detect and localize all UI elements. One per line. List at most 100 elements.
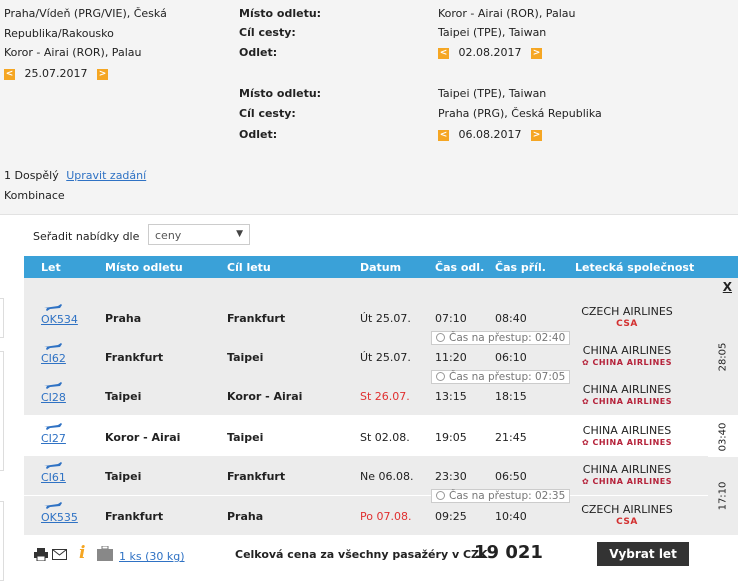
middle-duration: 03:40 (708, 417, 738, 456)
departure-time: 09:25 (435, 510, 467, 523)
origin-date-picker: 25.07.2017 (4, 67, 108, 80)
departure-time: 13:15 (435, 390, 467, 403)
airline-cell: CHINA AIRLINES ✿ CHINA AIRLINES (578, 463, 676, 486)
mail-icon[interactable] (52, 549, 67, 560)
left-gutter (0, 256, 24, 583)
outbound-duration: 28:05 (708, 298, 738, 415)
flight-number-link[interactable]: CI62 (41, 352, 66, 365)
baggage-link[interactable]: 1 ks (30 kg) (119, 550, 185, 563)
airline-name: CZECH AIRLINES (581, 503, 673, 516)
arrival-city: Frankfurt (227, 312, 286, 325)
results-table-header: Let Místo odletu Cíl letu Datum Čas odl.… (24, 256, 738, 278)
leg1-from-value: Koror - Airai (ROR), Palau (438, 7, 576, 20)
arrival-time: 08:40 (495, 312, 527, 325)
airline-name: CHINA AIRLINES (582, 424, 672, 437)
flight-row: OK535 Frankfurt Praha Po 07.08. 09:25 10:40 CZ… (24, 496, 708, 535)
arrival-city: Koror - Airai (227, 390, 303, 403)
flight-date: Út 25.07. (360, 312, 411, 325)
departure-city: Koror - Airai (105, 431, 181, 444)
airline-logo: ✿ CHINA AIRLINES (581, 477, 673, 486)
passenger-info: 1 Dospělý Upravit zadání (4, 169, 146, 182)
leg1-date: 02.08.2017 (458, 46, 522, 59)
arrival-time: 18:15 (495, 390, 527, 403)
airplane-icon (44, 462, 62, 469)
airplane-icon (44, 502, 62, 509)
airline-logo: CSA (616, 319, 638, 329)
prev-date-arrow-icon[interactable] (438, 47, 449, 59)
departure-time: 07:10 (435, 312, 467, 325)
flight-number-link[interactable]: CI28 (41, 391, 66, 404)
close-bar: X (24, 278, 738, 298)
airplane-icon (44, 382, 62, 389)
airplane-icon (44, 304, 62, 311)
clock-icon (436, 372, 445, 381)
airline-logo: CSA (616, 517, 638, 527)
baggage-icon (97, 546, 113, 561)
leg1-date-picker: 02.08.2017 (438, 46, 542, 59)
origin-line1: Praha/Vídeň (PRG/VIE), Česká (4, 7, 167, 20)
flight-number-link[interactable]: OK535 (41, 511, 78, 524)
flight-date: Ne 06.08. (360, 470, 414, 483)
search-summary: Praha/Vídeň (PRG/VIE), Česká Republika/R… (0, 0, 738, 215)
total-price: 19 021 (474, 542, 543, 563)
clock-icon (436, 333, 445, 342)
info-icon[interactable]: i (79, 543, 85, 563)
duration-text: 17:10 (717, 481, 729, 511)
airline-cell: CHINA AIRLINES ✿ CHINA AIRLINES (578, 344, 676, 367)
departure-city: Frankfurt (105, 510, 164, 523)
duration-text: 03:40 (717, 422, 729, 451)
transfer-time-badge: Čas na přestup: 07:05 (431, 370, 571, 384)
chevron-down-icon: ▼ (236, 229, 243, 239)
leg2-from-value: Taipei (TPE), Taiwan (438, 87, 547, 100)
departure-city: Frankfurt (105, 351, 164, 364)
flight-date: Út 25.07. (360, 351, 411, 364)
flight-number-link[interactable]: CI27 (41, 432, 66, 445)
flight-row: OK534 Praha Frankfurt Út 25.07. 07:10 08:40 CZ… (24, 298, 708, 337)
prev-date-arrow-icon[interactable] (4, 68, 15, 80)
edit-search-link[interactable]: Upravit zadání (66, 169, 146, 182)
leg2-date-picker: 06.08.2017 (438, 128, 542, 141)
clock-icon (436, 491, 445, 500)
next-date-arrow-icon[interactable] (96, 68, 108, 80)
select-flight-button[interactable]: Vybrat let (597, 542, 689, 566)
close-button[interactable]: X (723, 280, 732, 294)
leg2-to-label: Cíl cesty: (239, 107, 296, 120)
header-to: Cíl letu (227, 261, 271, 274)
flight-date: St 26.07. (360, 390, 410, 403)
leg1-date-label: Odlet: (239, 46, 278, 59)
total-price-label: Celková cena za všechny pasažéry v CZK (235, 548, 488, 561)
airline-name: CHINA AIRLINES (582, 344, 672, 357)
airline-cell: CHINA AIRLINES ✿ CHINA AIRLINES (578, 383, 676, 406)
airline-logo: ✿ CHINA AIRLINES (581, 358, 673, 367)
flight-number-link[interactable]: CI61 (41, 471, 66, 484)
transfer-time: Čas na přestup: 02:40 (449, 332, 566, 344)
flight-number-link[interactable]: OK534 (41, 313, 78, 326)
print-icon[interactable] (34, 548, 48, 561)
flight-row: CI62 Frankfurt Taipei Út 25.07. 11:20 06:10 CH… (24, 337, 708, 376)
departure-city: Praha (105, 312, 142, 325)
flight-date: St 02.08. (360, 431, 410, 444)
departure-time: 23:30 (435, 470, 467, 483)
airplane-icon (44, 423, 62, 430)
kombinace-label: Kombinace (4, 189, 65, 202)
sort-select-value: ceny (155, 229, 182, 242)
passenger-count: 1 Dospělý (4, 169, 59, 182)
header-from: Místo odletu (105, 261, 183, 274)
gutter-tab (0, 298, 4, 338)
sort-select[interactable]: ceny ▼ (148, 224, 250, 245)
departure-time: 11:20 (435, 351, 467, 364)
airline-logo: ✿ CHINA AIRLINES (581, 397, 673, 406)
header-airline: Letecká společnost (575, 261, 695, 274)
prev-date-arrow-icon[interactable] (438, 129, 449, 141)
next-date-arrow-icon[interactable] (530, 47, 542, 59)
header-arrival: Čas příl. (495, 261, 546, 274)
gutter-tab (0, 351, 4, 471)
flight-row: CI61 Taipei Frankfurt Ne 06.08. 23:30 06:50 CH… (24, 456, 708, 495)
airline-name: CHINA AIRLINES (582, 463, 672, 476)
return-duration: 17:10 (708, 457, 738, 535)
origin-destination: Koror - Airai (ROR), Palau (4, 46, 142, 59)
origin-line2: Republika/Rakousko (4, 27, 114, 40)
leg2-date-label: Odlet: (239, 128, 278, 141)
next-date-arrow-icon[interactable] (530, 129, 542, 141)
leg2-to-value: Praha (PRG), Česká Republika (438, 107, 602, 120)
